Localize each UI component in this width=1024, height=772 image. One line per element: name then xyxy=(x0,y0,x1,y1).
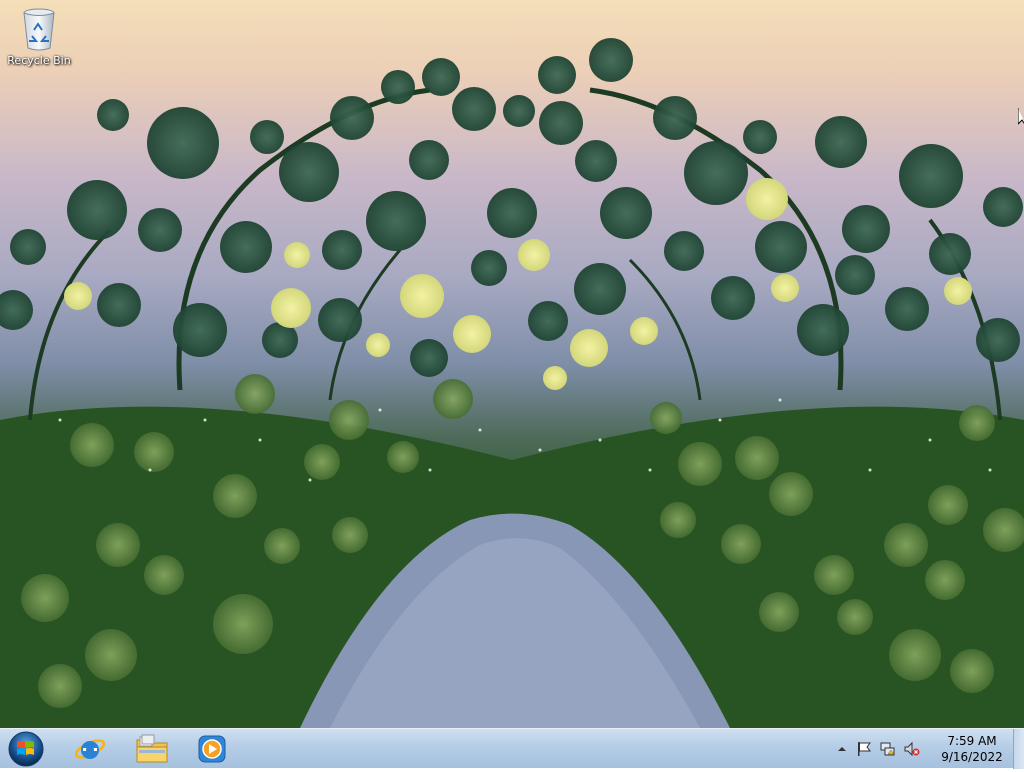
clock-time: 7:59 AM xyxy=(947,734,997,748)
system-clock[interactable]: 7:59 AM 9/16/2022 xyxy=(934,733,1010,765)
desktop-icon-recycle-bin[interactable]: Recycle Bin xyxy=(4,6,74,67)
network-icon[interactable] xyxy=(880,741,896,757)
desktop-icon-label: Recycle Bin xyxy=(7,54,71,67)
internet-explorer-icon xyxy=(74,739,106,759)
taskbar-windows-explorer[interactable] xyxy=(124,731,180,767)
show-hidden-icons-arrow[interactable] xyxy=(834,741,850,757)
desktop-background: Recycle Bin xyxy=(0,0,1024,728)
folder-icon xyxy=(136,734,168,763)
clock-date: 9/16/2022 xyxy=(941,750,1003,764)
show-desktop-button[interactable] xyxy=(1013,729,1024,769)
mouse-cursor-icon xyxy=(1017,108,1024,130)
action-center-flag-icon[interactable] xyxy=(856,741,872,757)
taskbar-windows-media-player[interactable] xyxy=(184,731,240,767)
windows-logo-icon xyxy=(8,731,44,767)
volume-muted-icon[interactable] xyxy=(904,741,920,757)
notification-area: 7:59 AM 9/16/2022 xyxy=(834,729,1024,769)
taskbar: 7:59 AM 9/16/2022 xyxy=(0,728,1024,769)
taskbar-internet-explorer[interactable] xyxy=(62,731,118,767)
wallpaper-image xyxy=(0,38,1024,728)
recycle-bin-icon xyxy=(19,6,59,52)
start-button[interactable] xyxy=(4,730,48,768)
media-player-icon xyxy=(198,735,226,763)
